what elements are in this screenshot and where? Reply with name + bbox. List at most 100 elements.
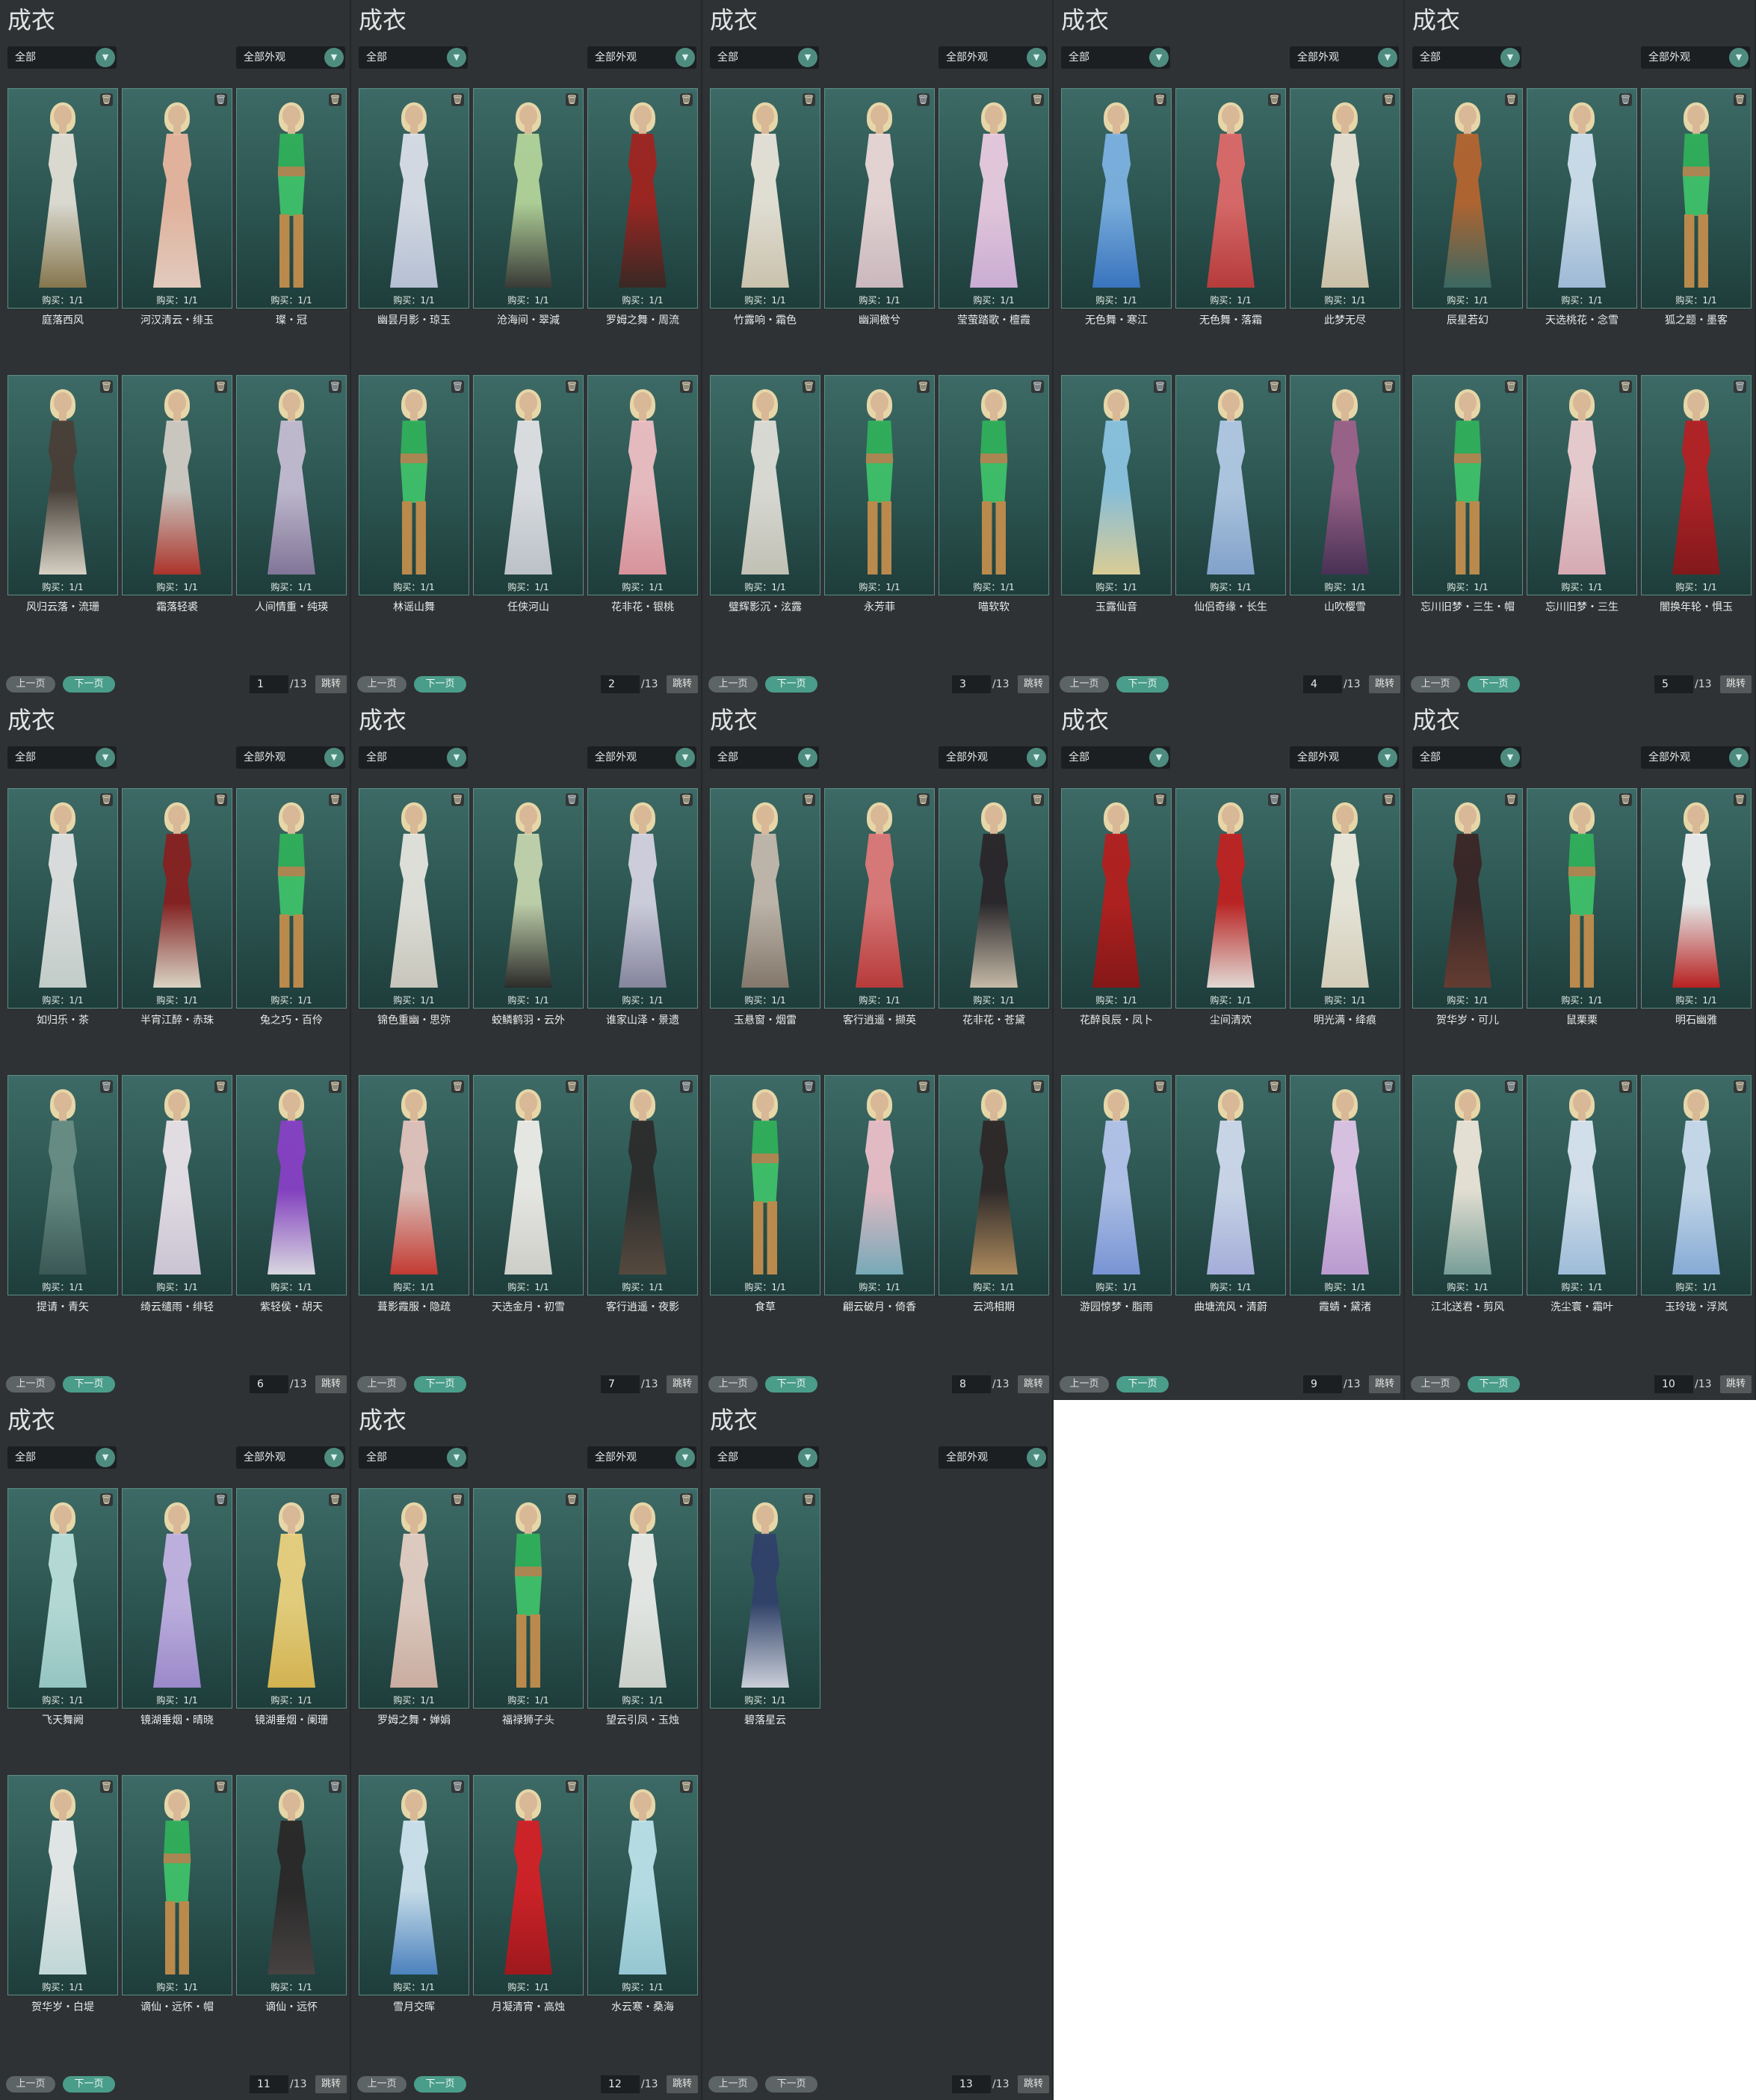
outfit-card[interactable]: 🗑 购买：1/1 [710, 788, 820, 1009]
outfit-card[interactable]: 🗑 购买：1/1 [122, 88, 232, 309]
jump-button[interactable]: 跳转 [315, 2075, 347, 2093]
appearance-dropdown[interactable]: 全部外观 ▼ [939, 1446, 1048, 1469]
jump-button[interactable]: 跳转 [1018, 2075, 1049, 2093]
appearance-dropdown[interactable]: 全部外观 ▼ [236, 46, 345, 69]
outfit-card[interactable]: 🗑 购买：1/1 [122, 1775, 232, 1995]
outfit-card[interactable]: 🗑 购买：1/1 [1527, 788, 1637, 1009]
chevron-down-icon[interactable]: ▼ [675, 48, 695, 67]
category-dropdown[interactable]: 全部 ▼ [359, 1446, 468, 1469]
outfit-card[interactable]: 🗑 购买：1/1 [122, 1075, 232, 1295]
outfit-card[interactable]: 🗑 购买：1/1 [824, 788, 935, 1009]
chevron-down-icon[interactable]: ▼ [1729, 48, 1749, 67]
page-number-input[interactable]: 1 [250, 675, 288, 693]
jump-button[interactable]: 跳转 [667, 1375, 698, 1393]
outfit-card[interactable]: 🗑 购买：1/1 [1412, 88, 1523, 309]
chevron-down-icon[interactable]: ▼ [1149, 748, 1169, 767]
outfit-card[interactable]: 🗑 购买：1/1 [1175, 375, 1286, 595]
outfit-card[interactable]: 🗑 购买：1/1 [359, 1075, 469, 1295]
outfit-card[interactable]: 🗑 购买：1/1 [1412, 788, 1523, 1009]
outfit-card[interactable]: 🗑 购买：1/1 [7, 788, 118, 1009]
chevron-down-icon[interactable]: ▼ [96, 1448, 115, 1467]
outfit-card[interactable]: 🗑 购买：1/1 [7, 1075, 118, 1295]
outfit-card[interactable]: 🗑 购买：1/1 [587, 1488, 698, 1709]
jump-button[interactable]: 跳转 [1369, 675, 1400, 693]
chevron-down-icon[interactable]: ▼ [1378, 748, 1397, 767]
chevron-down-icon[interactable]: ▼ [324, 1448, 344, 1467]
outfit-card[interactable]: 🗑 购买：1/1 [587, 88, 698, 309]
page-number-input[interactable]: 13 [952, 2075, 991, 2093]
chevron-down-icon[interactable]: ▼ [798, 48, 817, 67]
outfit-card[interactable]: 🗑 购买：1/1 [7, 1775, 118, 1995]
category-dropdown[interactable]: 全部 ▼ [710, 1446, 819, 1469]
outfit-card[interactable]: 🗑 购买：1/1 [7, 375, 118, 595]
prev-page-button[interactable]: 上一页 [708, 1376, 758, 1393]
page-number-input[interactable]: 11 [250, 2075, 288, 2093]
page-number-input[interactable]: 2 [601, 675, 640, 693]
outfit-card[interactable]: 🗑 购买：1/1 [359, 88, 469, 309]
outfit-card[interactable]: 🗑 购买：1/1 [359, 1775, 469, 1995]
outfit-card[interactable]: 🗑 购买：1/1 [1290, 88, 1400, 309]
jump-button[interactable]: 跳转 [667, 2075, 698, 2093]
outfit-card[interactable]: 🗑 购买：1/1 [710, 88, 820, 309]
outfit-card[interactable]: 🗑 购买：1/1 [473, 1775, 584, 1995]
outfit-card[interactable]: 🗑 购买：1/1 [1061, 88, 1172, 309]
chevron-down-icon[interactable]: ▼ [1378, 48, 1397, 67]
appearance-dropdown[interactable]: 全部外观 ▼ [1641, 46, 1750, 69]
chevron-down-icon[interactable]: ▼ [1500, 48, 1520, 67]
outfit-card[interactable]: 🗑 购买：1/1 [939, 1075, 1049, 1295]
outfit-card[interactable]: 🗑 购买：1/1 [473, 1075, 584, 1295]
category-dropdown[interactable]: 全部 ▼ [1412, 46, 1521, 69]
jump-button[interactable]: 跳转 [1369, 1375, 1400, 1393]
category-dropdown[interactable]: 全部 ▼ [7, 46, 117, 69]
prev-page-button[interactable]: 上一页 [6, 2076, 55, 2093]
outfit-card[interactable]: 🗑 购买：1/1 [587, 375, 698, 595]
outfit-card[interactable]: 🗑 购买：1/1 [122, 788, 232, 1009]
outfit-card[interactable]: 🗑 购买：1/1 [1527, 375, 1637, 595]
outfit-card[interactable]: 🗑 购买：1/1 [1061, 1075, 1172, 1295]
outfit-card[interactable]: 🗑 购买：1/1 [587, 788, 698, 1009]
outfit-card[interactable]: 🗑 购买：1/1 [1175, 1075, 1286, 1295]
next-page-button[interactable]: 下一页 [765, 676, 817, 693]
category-dropdown[interactable]: 全部 ▼ [710, 746, 819, 769]
outfit-card[interactable]: 🗑 购买：1/1 [1641, 788, 1752, 1009]
prev-page-button[interactable]: 上一页 [1060, 676, 1109, 693]
outfit-card[interactable]: 🗑 购买：1/1 [1641, 1075, 1752, 1295]
page-number-input[interactable]: 9 [1303, 1375, 1342, 1393]
category-dropdown[interactable]: 全部 ▼ [1412, 746, 1521, 769]
outfit-card[interactable]: 🗑 购买：1/1 [1175, 88, 1286, 309]
next-page-button[interactable]: 下一页 [1116, 676, 1169, 693]
outfit-card[interactable]: 🗑 购买：1/1 [359, 375, 469, 595]
outfit-card[interactable]: 🗑 购买：1/1 [587, 1075, 698, 1295]
page-number-input[interactable]: 12 [601, 2075, 640, 2093]
page-number-input[interactable]: 10 [1654, 1375, 1693, 1393]
prev-page-button[interactable]: 上一页 [708, 2076, 758, 2093]
outfit-card[interactable]: 🗑 购买：1/1 [1290, 1075, 1400, 1295]
appearance-dropdown[interactable]: 全部外观 ▼ [236, 746, 345, 769]
page-number-input[interactable]: 6 [250, 1375, 288, 1393]
next-page-button[interactable]: 下一页 [765, 1376, 817, 1393]
appearance-dropdown[interactable]: 全部外观 ▼ [587, 746, 696, 769]
prev-page-button[interactable]: 上一页 [1060, 1376, 1109, 1393]
next-page-button[interactable]: 下一页 [1468, 676, 1520, 693]
outfit-card[interactable]: 🗑 购买：1/1 [359, 1488, 469, 1709]
category-dropdown[interactable]: 全部 ▼ [7, 1446, 117, 1469]
outfit-card[interactable]: 🗑 购买：1/1 [1527, 88, 1637, 309]
outfit-card[interactable]: 🗑 购买：1/1 [7, 1488, 118, 1709]
chevron-down-icon[interactable]: ▼ [447, 48, 466, 67]
outfit-card[interactable]: 🗑 购买：1/1 [1061, 788, 1172, 1009]
jump-button[interactable]: 跳转 [1018, 1375, 1049, 1393]
chevron-down-icon[interactable]: ▼ [1729, 748, 1749, 767]
outfit-card[interactable]: 🗑 购买：1/1 [824, 88, 935, 309]
outfit-card[interactable]: 🗑 购买：1/1 [1412, 375, 1523, 595]
chevron-down-icon[interactable]: ▼ [675, 1448, 695, 1467]
outfit-card[interactable]: 🗑 购买：1/1 [122, 375, 232, 595]
outfit-card[interactable]: 🗑 购买：1/1 [122, 1488, 232, 1709]
category-dropdown[interactable]: 全部 ▼ [1061, 746, 1170, 769]
outfit-card[interactable]: 🗑 购买：1/1 [1061, 375, 1172, 595]
outfit-card[interactable]: 🗑 购买：1/1 [7, 88, 118, 309]
prev-page-button[interactable]: 上一页 [6, 1376, 55, 1393]
outfit-card[interactable]: 🗑 购买：1/1 [359, 788, 469, 1009]
jump-button[interactable]: 跳转 [1018, 675, 1049, 693]
prev-page-button[interactable]: 上一页 [1411, 676, 1460, 693]
chevron-down-icon[interactable]: ▼ [1027, 48, 1046, 67]
